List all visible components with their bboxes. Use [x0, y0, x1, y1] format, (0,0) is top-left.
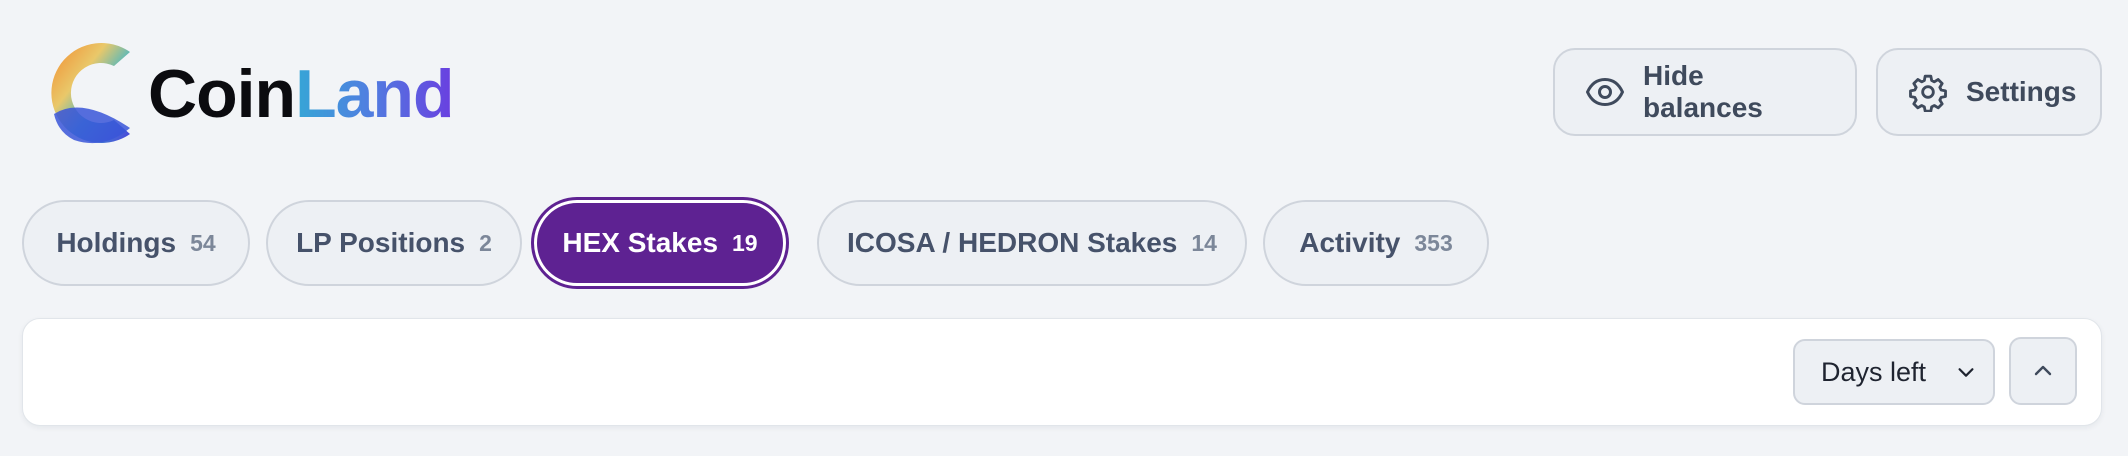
hide-balances-label: Hide balances	[1643, 60, 1763, 123]
settings-label: Settings	[1966, 76, 2077, 107]
tab-label: Holdings	[56, 227, 177, 258]
eye-icon	[1586, 78, 1624, 106]
brand-name-part1: Coin	[148, 56, 296, 132]
sort-selected-value: Days left	[1821, 356, 1927, 387]
stakes-panel: Days left	[22, 318, 2102, 426]
tab-count: 14	[1191, 229, 1217, 256]
brand-name-part2: Land	[295, 56, 454, 132]
tab-icosa-hedron-stakes[interactable]: ICOSA / HEDRON Stakes 14	[817, 200, 1247, 286]
settings-button[interactable]: Settings	[1876, 48, 2102, 136]
tab-count: 2	[479, 229, 492, 256]
collapse-button[interactable]	[2009, 337, 2077, 405]
tab-activity[interactable]: Activity 353	[1263, 200, 1489, 286]
chevron-up-icon	[2034, 365, 2052, 376]
tab-label: ICOSA / HEDRON Stakes	[847, 227, 1178, 258]
tab-count: 353	[1414, 229, 1453, 256]
coinland-logo-icon	[51, 43, 130, 144]
brand-logo[interactable]: CoinLand	[34, 36, 455, 150]
brand-name: CoinLand	[148, 60, 455, 128]
gear-icon	[1909, 74, 1947, 112]
tab-count: 19	[732, 229, 758, 256]
tab-label: Activity	[1299, 227, 1401, 258]
tab-count: 54	[190, 229, 216, 256]
tab-lp-positions[interactable]: LP Positions 2	[266, 200, 522, 286]
tab-holdings[interactable]: Holdings 54	[22, 200, 250, 286]
chevron-down-icon	[1958, 368, 1974, 377]
tab-hex-stakes[interactable]: HEX Stakes 19	[534, 200, 786, 286]
hide-balances-button[interactable]: Hide balances	[1553, 48, 1857, 136]
tab-label: LP Positions	[296, 227, 466, 258]
tab-label: HEX Stakes	[562, 227, 719, 258]
sort-select[interactable]: Days left	[1793, 339, 1995, 405]
